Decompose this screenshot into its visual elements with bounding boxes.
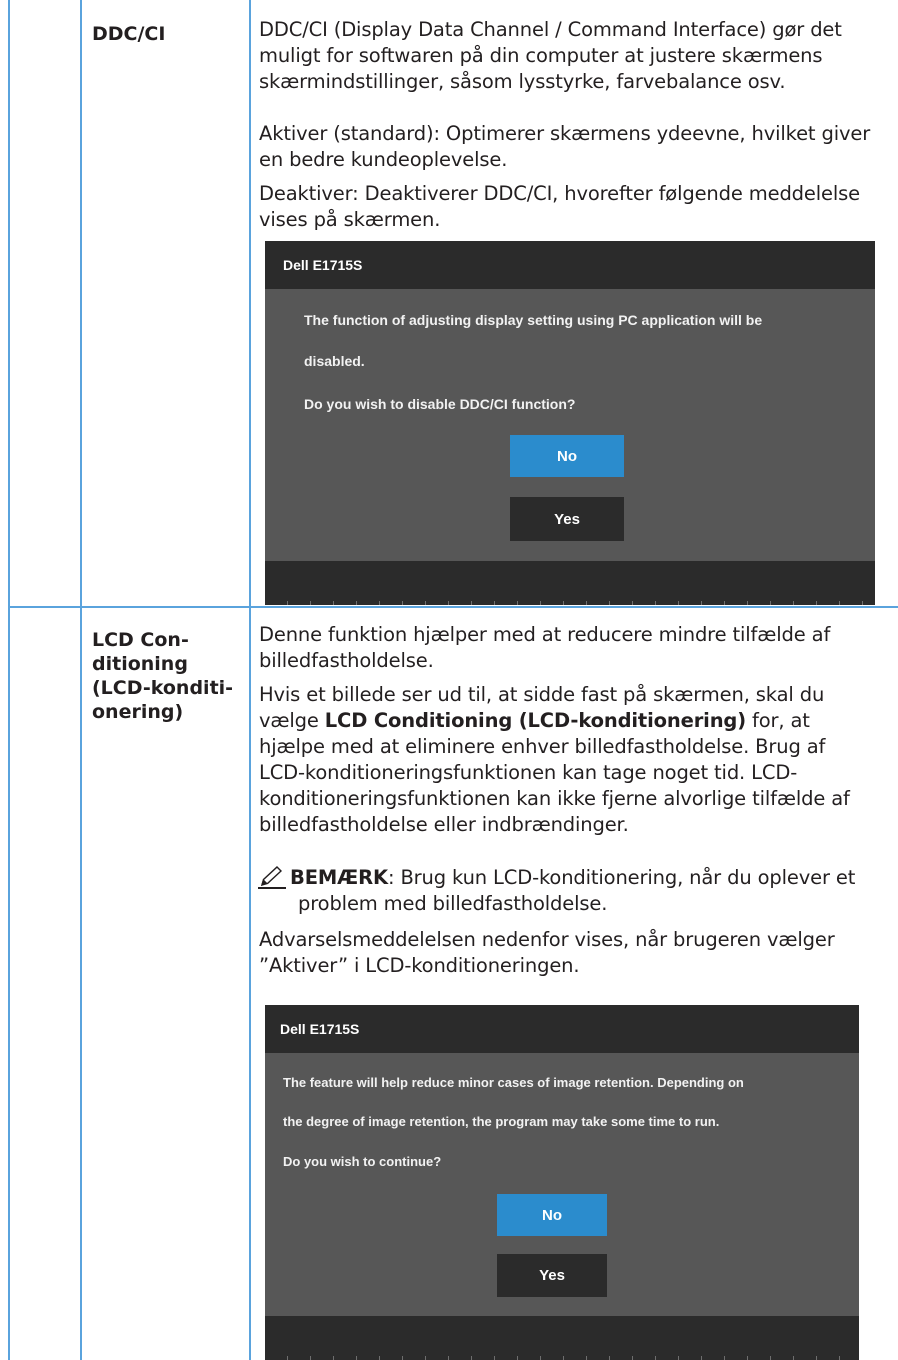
warning-intro-paragraph: Advarselsmeddelelsen nedenfor vises, når… [259,928,835,977]
row-label-lcd-conditioning: LCD Con- ditioning (LCD-konditi- onering… [92,629,234,723]
osd-dialog-ddcci: Dell E1715S The function of adjusting di… [265,241,875,605]
table-left-border [8,0,10,1360]
osd-title-bar: Dell E1715S [265,241,875,289]
osd-message-line: The feature will help reduce minor cases… [283,1075,744,1090]
osd-footer-dots [265,1356,859,1360]
disable-paragraph: Deaktiver: Deaktiverer DDC/CI, hvorefter… [259,182,860,231]
lcd-intro-paragraph: Denne funktion hjælper med at reducere m… [259,623,831,672]
osd-title: Dell E1715S [280,1021,360,1037]
osd-footer-dots [265,601,875,605]
note-text: : Brug kun LCD-konditionering, når du op… [387,866,856,889]
osd-dialog-lcd-conditioning: Dell E1715S The feature will help reduce… [265,1005,859,1360]
no-button[interactable]: No [497,1194,607,1236]
note-text-continued: problem med billedfastholdelse. [298,892,608,915]
yes-button[interactable]: Yes [497,1254,607,1297]
no-button[interactable]: No [510,435,624,477]
osd-message-line: the degree of image retention, the progr… [283,1114,720,1129]
osd-message-line: The function of adjusting display settin… [304,312,763,328]
table-column-divider-1 [80,0,82,1360]
table-column-divider-2 [249,0,251,1360]
lcd-usage-paragraph: Hvis et billede ser ud til, at sidde fas… [259,683,850,836]
osd-message-line: disabled. [304,353,365,369]
emphasis-lcd-conditioning: LCD Conditioning (LCD-konditionering) [324,709,746,732]
osd-title: Dell E1715S [283,257,363,273]
row-label-ddcci: DDC/CI [92,23,166,45]
osd-question: Do you wish to continue? [283,1154,442,1169]
osd-footer-bar [265,561,875,605]
table-row-divider [8,606,898,608]
osd-question: Do you wish to disable DDC/CI function? [304,396,576,412]
yes-button[interactable]: Yes [510,497,624,541]
enable-paragraph: Aktiver (standard): Optimerer skærmens y… [259,122,871,171]
pencil-note-icon [258,865,288,889]
osd-footer-bar [265,1316,859,1360]
osd-title-bar: Dell E1715S [265,1005,859,1053]
note-label: BEMÆRK [290,866,388,889]
description-paragraph: DDC/CI (Display Data Channel / Command I… [259,18,842,93]
